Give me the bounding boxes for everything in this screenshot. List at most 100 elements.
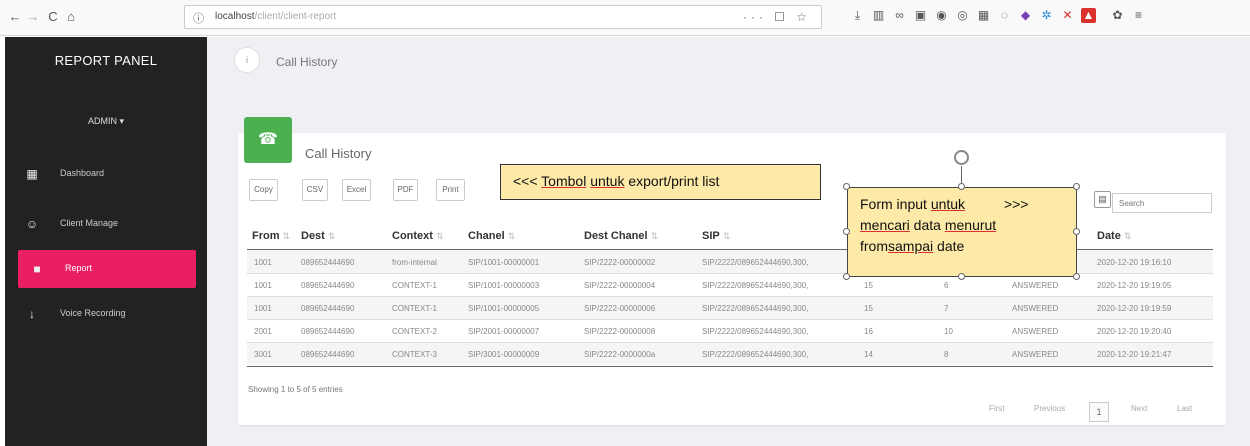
- note-line: mencari data menurut: [860, 215, 1076, 236]
- cell-from: 1001: [254, 258, 272, 267]
- column-header-dest[interactable]: Dest ⇅: [301, 230, 335, 242]
- sidebar-item-dashboard[interactable]: ▦ Dashboard: [5, 155, 207, 193]
- cell-billsec: 6: [944, 281, 949, 290]
- sidebar-item-label: Voice Recording: [60, 308, 126, 318]
- menu-icon[interactable]: ≡: [1131, 8, 1146, 23]
- users-icon: ☺: [25, 217, 39, 231]
- sidebar-item-client-manage[interactable]: ☺ Client Manage: [5, 205, 207, 243]
- copy-button[interactable]: Copy: [249, 179, 278, 201]
- resize-handle[interactable]: [958, 183, 965, 190]
- csv-button[interactable]: CSV: [302, 179, 328, 201]
- date-filter-icon[interactable]: ▤: [1094, 191, 1111, 208]
- sort-icon: ⇅: [435, 231, 444, 241]
- annotation-search-note[interactable]: Form input untuk >>> mencari data menuru…: [847, 187, 1077, 277]
- cell-from: 1001: [254, 281, 272, 290]
- sort-icon: ⇅: [722, 231, 731, 241]
- sort-icon: ⇅: [282, 231, 291, 241]
- cell-disposition: ANSWERED: [1012, 281, 1059, 290]
- pagination-current-page[interactable]: 1: [1089, 402, 1109, 422]
- extension-icon[interactable]: ◌: [997, 8, 1012, 23]
- card-title: Call History: [305, 146, 372, 161]
- page-actions-icon[interactable]: ··· ☐ ☆: [743, 10, 811, 24]
- column-label: From: [252, 230, 280, 242]
- microphone-icon: ↓: [29, 307, 35, 321]
- note-text: data: [909, 217, 945, 233]
- cell-duration: 14: [864, 350, 873, 359]
- resize-handle[interactable]: [1073, 183, 1080, 190]
- phone-icon: ☎: [244, 117, 292, 163]
- user-menu[interactable]: ADMIN ▾: [5, 116, 207, 127]
- note-text: Tombol: [541, 173, 587, 189]
- info-icon: i: [234, 47, 260, 73]
- cell-context: from-internal: [392, 258, 437, 267]
- back-icon[interactable]: ←: [8, 9, 22, 25]
- download-icon[interactable]: ⤓: [850, 8, 865, 23]
- grid-icon[interactable]: ▦: [976, 8, 991, 23]
- resize-handle[interactable]: [843, 228, 850, 235]
- info-icon[interactable]: ⓘ: [193, 10, 204, 26]
- reload-icon[interactable]: C: [46, 9, 60, 25]
- cell-sip: SIP/2222/089652444690,300,: [702, 281, 809, 290]
- excel-button[interactable]: Excel: [342, 179, 371, 201]
- react-icon[interactable]: ✲: [1039, 8, 1054, 23]
- resize-handle[interactable]: [843, 183, 850, 190]
- resize-handle[interactable]: [1073, 228, 1080, 235]
- print-button[interactable]: Print: [436, 179, 465, 201]
- extension-icon[interactable]: ▲: [1081, 8, 1096, 23]
- column-header-context[interactable]: Context ⇅: [392, 230, 444, 242]
- page-title: Call History: [276, 55, 338, 69]
- cell-date: 2020-12-20 19:16:10: [1097, 258, 1172, 267]
- note-text: >>>: [965, 196, 1029, 212]
- pagination-first[interactable]: First: [989, 404, 1005, 413]
- extension-icon[interactable]: ◉: [934, 8, 949, 23]
- row-divider: [247, 296, 1213, 297]
- table-footer-divider: [247, 366, 1213, 367]
- forward-icon[interactable]: →: [26, 9, 40, 25]
- pagination-last[interactable]: Last: [1177, 404, 1192, 413]
- sort-icon: ⇅: [327, 231, 336, 241]
- note-text: export/print list: [624, 173, 720, 189]
- cell-billsec: 8: [944, 350, 949, 359]
- resize-handle[interactable]: [1073, 273, 1080, 280]
- home-icon[interactable]: ⌂: [64, 9, 78, 25]
- column-label: Chanel: [468, 230, 505, 242]
- address-bar[interactable]: ⓘ localhost/client/client-report ··· ☐ ☆: [184, 5, 822, 29]
- column-header-from[interactable]: From ⇅: [252, 230, 290, 242]
- sort-icon: ⇅: [650, 231, 659, 241]
- cell-date: 2020-12-20 19:20:40: [1097, 327, 1172, 336]
- dashboard-icon: ▦: [26, 167, 38, 181]
- url-path: /client/client-report: [254, 11, 337, 22]
- column-header-chanel[interactable]: Chanel ⇅: [468, 230, 515, 242]
- glasses-icon[interactable]: ∞: [892, 8, 907, 23]
- column-header-sip[interactable]: SIP ⇅: [702, 230, 730, 242]
- extension-icon[interactable]: ✕: [1060, 8, 1075, 23]
- puzzle-icon[interactable]: ◆: [1018, 8, 1033, 23]
- url-text[interactable]: localhost/client/client-report: [215, 11, 336, 22]
- table-info: Showing 1 to 5 of 5 entries: [248, 385, 343, 394]
- sidebar-item-report[interactable]: ■ Report: [18, 250, 196, 288]
- cell-chanel: SIP/1001-00000003: [468, 281, 540, 290]
- pagination-previous[interactable]: Previous: [1034, 404, 1065, 413]
- column-header-date[interactable]: Date ⇅: [1097, 230, 1131, 242]
- library-icon[interactable]: ▥: [871, 8, 886, 23]
- cell-chanel: SIP/1001-00000001: [468, 258, 540, 267]
- pdf-button[interactable]: PDF: [393, 179, 418, 201]
- cell-context: CONTEXT-2: [392, 327, 437, 336]
- search-input[interactable]: [1112, 193, 1212, 213]
- column-header-dest-chanel[interactable]: Dest Chanel ⇅: [584, 230, 658, 242]
- extension-icon[interactable]: ◎: [955, 8, 970, 23]
- pagination-next[interactable]: Next: [1131, 404, 1147, 413]
- column-label: Dest Chanel: [584, 230, 648, 242]
- sidebar: REPORT PANEL ADMIN ▾ ▦ Dashboard ☺ Clien…: [5, 37, 207, 446]
- screenshot-icon[interactable]: ▣: [913, 8, 928, 23]
- row-divider: [247, 342, 1213, 343]
- url-host: localhost: [215, 11, 255, 22]
- rotate-handle-icon[interactable]: [954, 150, 969, 165]
- resize-handle[interactable]: [958, 273, 965, 280]
- cell-from: 1001: [254, 304, 272, 313]
- resize-handle[interactable]: [843, 273, 850, 280]
- cell-date: 2020-12-20 19:19:59: [1097, 304, 1172, 313]
- sidebar-item-voice-recording[interactable]: ↓ Voice Recording: [5, 295, 207, 333]
- sort-icon: ⇅: [507, 231, 516, 241]
- gift-icon[interactable]: ✿: [1110, 8, 1125, 23]
